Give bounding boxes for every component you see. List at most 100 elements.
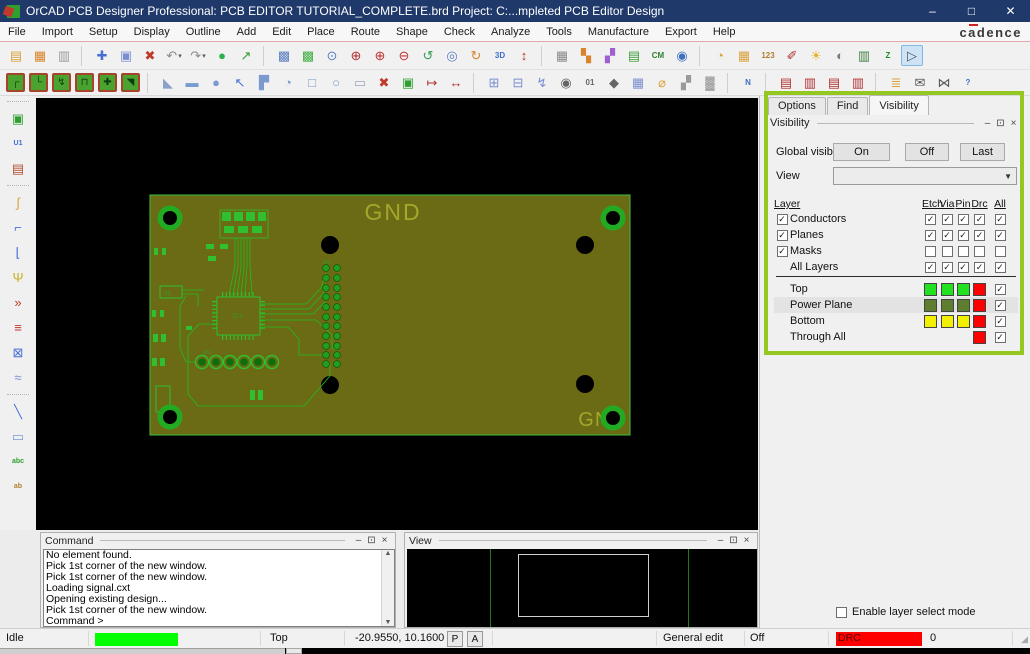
view-minimap[interactable] bbox=[407, 549, 757, 627]
bottom-etch-swatch[interactable] bbox=[924, 315, 937, 328]
snapshot-icon[interactable]: ◉ bbox=[555, 72, 577, 93]
constraint-manager-icon[interactable]: ▦ bbox=[733, 45, 755, 66]
refresh-symbol-icon[interactable]: ⊟ bbox=[507, 72, 529, 93]
masks-all-checkbox[interactable] bbox=[995, 246, 1006, 257]
zoom-points-icon[interactable]: ⊙ bbox=[321, 45, 343, 66]
command-grip[interactable] bbox=[100, 540, 345, 541]
top-pin-swatch[interactable] bbox=[957, 283, 970, 296]
add-rect-icon[interactable]: ▭ bbox=[6, 425, 30, 448]
planes-drc-checkbox[interactable] bbox=[974, 230, 985, 241]
through-all-all-checkbox[interactable] bbox=[995, 332, 1006, 343]
delete-islands-icon[interactable]: ✖ bbox=[373, 72, 395, 93]
add-connect-icon[interactable]: ┌ bbox=[6, 73, 25, 92]
menu-display[interactable]: Display bbox=[126, 23, 178, 41]
top-drc-swatch[interactable] bbox=[973, 283, 986, 296]
pane-close-icon[interactable]: × bbox=[1007, 118, 1020, 129]
bottom-scrollbar-track[interactable] bbox=[0, 648, 285, 654]
grid-toggle-icon[interactable]: ▦ bbox=[551, 45, 573, 66]
constraint-modes-icon[interactable]: CM bbox=[647, 45, 669, 66]
copy-icon[interactable]: ▣ bbox=[115, 45, 137, 66]
zoom-previous-icon[interactable]: ↺ bbox=[417, 45, 439, 66]
menu-setup[interactable]: Setup bbox=[81, 23, 126, 41]
shadow-toggle-icon[interactable]: ☀ bbox=[805, 45, 827, 66]
fanout-icon[interactable]: Ψ bbox=[6, 266, 30, 289]
planes-etch-checkbox[interactable] bbox=[925, 230, 936, 241]
top-via-swatch[interactable] bbox=[941, 283, 954, 296]
redraw-icon[interactable]: ↻ bbox=[465, 45, 487, 66]
view-minimize-icon[interactable]: – bbox=[714, 535, 727, 546]
move-icon[interactable]: ✚ bbox=[91, 45, 113, 66]
conductors-checkbox[interactable] bbox=[777, 214, 788, 225]
through-all-drc-swatch[interactable] bbox=[973, 331, 986, 344]
ncdrill-icon[interactable]: ⌀ bbox=[651, 72, 673, 93]
flip-design-icon[interactable]: ↕ bbox=[513, 45, 535, 66]
all layers-via-checkbox[interactable] bbox=[942, 262, 953, 273]
planes-pin-checkbox[interactable] bbox=[958, 230, 969, 241]
tab-visibility[interactable]: Visibility bbox=[869, 95, 929, 115]
dimension-horizontal-icon[interactable]: ↔ bbox=[445, 72, 467, 93]
masks-via-checkbox[interactable] bbox=[942, 246, 953, 257]
route-editor-icon[interactable]: ⌐ bbox=[6, 216, 30, 239]
testprep-icon[interactable]: ↯ bbox=[531, 72, 553, 93]
slide-icon[interactable]: └ bbox=[29, 73, 48, 92]
route-connect-icon[interactable]: ∫ bbox=[6, 191, 30, 214]
planes-checkbox[interactable] bbox=[777, 230, 788, 241]
conductors-drc-checkbox[interactable] bbox=[974, 214, 985, 225]
scroll-up-icon[interactable]: ▲ bbox=[385, 550, 392, 557]
menu-shape[interactable]: Shape bbox=[388, 23, 436, 41]
create-module-icon[interactable]: ⊞ bbox=[483, 72, 505, 93]
conductors-via-checkbox[interactable] bbox=[942, 214, 953, 225]
signal-analysis-icon[interactable]: N bbox=[737, 72, 759, 93]
planes-via-checkbox[interactable] bbox=[942, 230, 953, 241]
view-grip[interactable] bbox=[439, 540, 707, 541]
add-text-icon[interactable]: abc bbox=[6, 450, 30, 473]
command-log[interactable]: No element found.Pick 1st corner of the … bbox=[43, 549, 395, 627]
zoom-fit-icon[interactable]: ▩ bbox=[273, 45, 295, 66]
redo-icon[interactable]: ↷▾ bbox=[187, 45, 209, 66]
status-hourglass-icon[interactable]: Z bbox=[877, 45, 899, 66]
menu-edit[interactable]: Edit bbox=[264, 23, 299, 41]
zoom-grid-icon[interactable]: ▩ bbox=[297, 45, 319, 66]
global-visibility-last-button[interactable]: Last bbox=[960, 143, 1005, 161]
pin-numbers-icon[interactable]: 01 bbox=[579, 72, 601, 93]
top-etch-swatch[interactable] bbox=[924, 283, 937, 296]
menu-analyze[interactable]: Analyze bbox=[483, 23, 538, 41]
menu-tools[interactable]: Tools bbox=[538, 23, 580, 41]
help-icon[interactable]: ? bbox=[957, 72, 979, 93]
masks-pin-checkbox[interactable] bbox=[958, 246, 969, 257]
open-folder-icon[interactable]: ▦ bbox=[29, 45, 51, 66]
place-component-icon[interactable]: U1 bbox=[6, 132, 30, 155]
all layers-all-checkbox[interactable] bbox=[995, 262, 1006, 273]
new-file-icon[interactable]: ▤ bbox=[5, 45, 27, 66]
bottom-pin-swatch[interactable] bbox=[957, 315, 970, 328]
menu-manufacture[interactable]: Manufacture bbox=[580, 23, 657, 41]
menu-outline[interactable]: Outline bbox=[178, 23, 229, 41]
masks-drc-checkbox[interactable] bbox=[974, 246, 985, 257]
bottom-via-swatch[interactable] bbox=[941, 315, 954, 328]
create-fanout-icon[interactable]: ✚ bbox=[98, 73, 117, 92]
shade-plots-icon[interactable]: ◐ bbox=[829, 45, 851, 66]
film-report-icon[interactable]: ▤ bbox=[823, 72, 845, 93]
route-slide-icon[interactable]: ⌊ bbox=[6, 241, 30, 264]
via-array-icon[interactable]: ⊠ bbox=[6, 341, 30, 364]
power-plane-via-swatch[interactable] bbox=[941, 299, 954, 312]
power-plane-pin-swatch[interactable] bbox=[957, 299, 970, 312]
shape-polygon-icon[interactable]: ◣ bbox=[157, 72, 179, 93]
shape-select-icon[interactable]: ↖ bbox=[229, 72, 251, 93]
shape-arc-icon[interactable]: ◔ bbox=[277, 72, 299, 93]
planes-all-checkbox[interactable] bbox=[995, 230, 1006, 241]
application-mode-button[interactable]: A bbox=[467, 631, 483, 647]
cross-section-icon[interactable]: ▥ bbox=[853, 45, 875, 66]
symbol-report-icon[interactable]: ▥ bbox=[847, 72, 869, 93]
pad-matrix-icon[interactable]: ▓ bbox=[699, 72, 721, 93]
shape-check-icon[interactable]: ▣ bbox=[397, 72, 419, 93]
edit-text-icon[interactable]: ab bbox=[6, 475, 30, 498]
pane-grip[interactable] bbox=[817, 123, 974, 124]
dimension-linear-icon[interactable]: ↦ bbox=[421, 72, 443, 93]
color-dialog-icon[interactable]: ▚ bbox=[575, 45, 597, 66]
mail-icon[interactable]: ✉ bbox=[909, 72, 931, 93]
shape-rect-outline-icon[interactable]: □ bbox=[301, 72, 323, 93]
zoom-center-icon[interactable]: ⊕ bbox=[345, 45, 367, 66]
pane-minimize-icon[interactable]: – bbox=[981, 118, 994, 129]
command-scrollbar[interactable]: ▲ ▼ bbox=[381, 550, 394, 626]
